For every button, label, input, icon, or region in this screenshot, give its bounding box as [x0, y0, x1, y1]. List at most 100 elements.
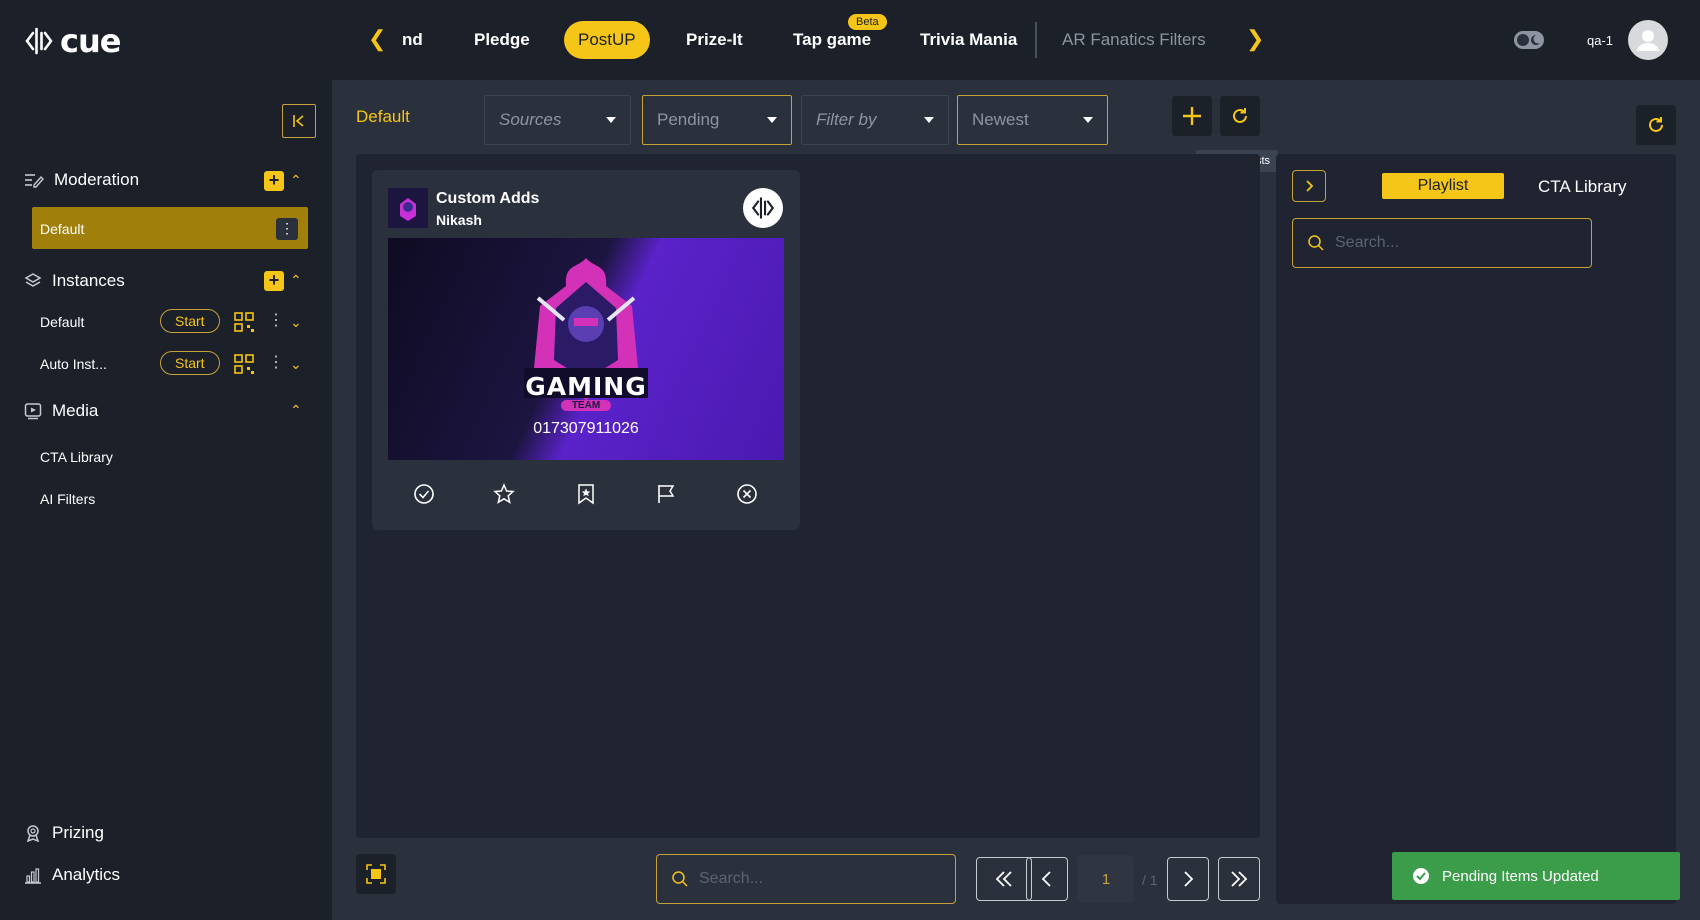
tab-trivia-mania[interactable]: Trivia Mania — [920, 30, 1017, 50]
post-title: Custom Adds — [436, 190, 540, 207]
approve-check-circle-icon — [414, 484, 434, 504]
instances-label: Instances — [52, 271, 125, 290]
sources-select[interactable]: Sources — [484, 95, 631, 145]
page-number-input[interactable]: 1 — [1078, 855, 1134, 903]
bottom-search[interactable]: Search... — [656, 854, 956, 904]
sort-caret-icon — [1083, 117, 1093, 123]
sidebar-item-moderation-default[interactable]: Default ⋮ — [32, 207, 308, 249]
select-all-button[interactable] — [356, 854, 396, 894]
avatar[interactable] — [1628, 20, 1668, 60]
refresh-icon — [1233, 108, 1247, 123]
tab-playlist[interactable]: Playlist — [1382, 173, 1504, 199]
status-select[interactable]: Pending — [642, 95, 792, 145]
filter-by-select-value: Filter by — [816, 110, 877, 129]
sidebar-item-instance-default[interactable]: Default — [40, 314, 84, 330]
beta-badge: Beta — [848, 14, 887, 30]
prev-page-button[interactable] — [1026, 857, 1068, 901]
cue-logo-icon — [751, 197, 775, 219]
double-chevron-left-icon — [995, 871, 1012, 887]
nav-prev-arrow-icon[interactable]: ❮ — [368, 26, 386, 52]
user-name: qa-1 — [1587, 33, 1614, 48]
instance-default-chevron-down-icon[interactable]: ⌄ — [290, 314, 302, 331]
add-post-button[interactable] — [1172, 96, 1212, 136]
start-instance-auto-button[interactable]: Start — [160, 351, 220, 375]
top-bar: cue ❮ nd Pledge PostUP Prize-It Beta Tap… — [0, 0, 1700, 80]
collapse-sidebar-button[interactable] — [282, 104, 316, 138]
search-icon — [1308, 235, 1324, 251]
instance-auto-chevron-down-icon[interactable]: ⌄ — [290, 356, 302, 373]
add-instance-button[interactable]: + — [264, 271, 284, 291]
last-page-button[interactable] — [1218, 857, 1260, 901]
tab-nd[interactable]: nd — [402, 30, 423, 50]
bar-chart-icon — [25, 868, 41, 884]
update-posts-button[interactable] — [1220, 96, 1260, 136]
post-author: Nikash — [436, 212, 482, 228]
sidebar-section-instances[interactable]: Instances — [24, 271, 125, 291]
add-moderation-button[interactable]: + — [264, 171, 284, 191]
next-page-button[interactable] — [1167, 857, 1209, 901]
sidebar-item-cta-library[interactable]: CTA Library — [40, 449, 113, 465]
qr-code-icon[interactable] — [234, 312, 256, 334]
sidebar-item-ai-filters[interactable]: AI Filters — [40, 491, 95, 507]
expand-right-panel-button[interactable] — [1292, 170, 1326, 202]
prizing-label: Prizing — [52, 823, 104, 842]
brand-logo[interactable]: cue — [24, 22, 121, 60]
tab-cta-library[interactable]: CTA Library — [1538, 177, 1627, 197]
sidebar-item-prizing[interactable]: Prizing — [24, 823, 104, 843]
reject-button[interactable] — [736, 483, 758, 505]
logo-subtext: TEAM — [561, 400, 611, 411]
toast-message: Pending Items Updated — [1442, 867, 1599, 885]
right-panel-search[interactable]: Search... — [1292, 218, 1592, 268]
theme-toggle[interactable] — [1514, 31, 1544, 49]
favorite-button[interactable] — [493, 483, 515, 505]
bookmark-button[interactable] — [575, 483, 597, 505]
page-title: Default — [356, 107, 410, 126]
sources-select-value: Sources — [499, 110, 562, 129]
status-select-value: Pending — [657, 110, 720, 129]
sidebar-section-media[interactable]: Media — [24, 401, 98, 421]
tab-postup[interactable]: PostUP — [564, 21, 650, 59]
sidebar-section-moderation[interactable]: Moderation — [24, 170, 139, 190]
refresh-icon — [1649, 117, 1663, 132]
instance-default-more-icon[interactable]: ⋮ — [268, 310, 284, 330]
approve-button[interactable] — [413, 483, 435, 505]
tab-tap-game[interactable]: Tap game — [793, 30, 871, 50]
toast-notification: Pending Items Updated — [1392, 852, 1680, 900]
moderation-chevron-up-icon[interactable]: ⌃ — [290, 172, 302, 189]
sort-select-value: Newest — [972, 110, 1029, 129]
sidebar-item-instance-auto[interactable]: Auto Inst... — [40, 356, 107, 372]
filter-by-select[interactable]: Filter by — [801, 95, 949, 145]
instance-auto-more-icon[interactable]: ⋮ — [268, 352, 284, 372]
chevron-left-icon — [1041, 871, 1051, 887]
moderation-default-more-icon[interactable]: ⋮ — [276, 218, 298, 240]
bottom-search-input[interactable]: Search... — [699, 870, 763, 888]
post-image[interactable]: GAMING TEAM 017307911026 — [388, 238, 784, 460]
tab-pledge[interactable]: Pledge — [474, 30, 530, 50]
sort-select[interactable]: Newest — [957, 95, 1108, 145]
analytics-label: Analytics — [52, 865, 121, 884]
reject-x-circle-icon — [737, 484, 757, 504]
cue-logo-icon — [25, 27, 53, 55]
instances-chevron-up-icon[interactable]: ⌃ — [290, 272, 302, 289]
sidebar-item-analytics[interactable]: Analytics — [24, 865, 120, 885]
tab-ar-fanatics-filters[interactable]: AR Fanatics Filters — [1062, 30, 1206, 50]
sidebar-item-label: Default — [40, 221, 85, 237]
image-caption: 017307911026 — [533, 420, 639, 437]
nav-next-arrow-icon[interactable]: ❯ — [1246, 26, 1264, 52]
first-page-button[interactable] — [976, 857, 1032, 901]
brand-name: cue — [60, 22, 121, 60]
refresh-right-panel-button[interactable] — [1636, 105, 1676, 145]
media-icon — [24, 403, 42, 420]
flag-button[interactable] — [655, 483, 677, 505]
media-chevron-up-icon[interactable]: ⌃ — [290, 402, 302, 419]
post-source-badge[interactable] — [743, 188, 783, 228]
right-panel-search-input[interactable]: Search... — [1335, 234, 1399, 252]
start-instance-default-button[interactable]: Start — [160, 309, 220, 333]
sources-caret-icon — [606, 117, 616, 123]
qr-code-icon[interactable] — [234, 354, 256, 376]
theme-toggle-icon — [1514, 31, 1544, 49]
select-frame-icon — [366, 864, 386, 884]
flag-icon — [658, 485, 675, 503]
tab-prize-it[interactable]: Prize-It — [686, 30, 743, 50]
total-pages: / 1 — [1142, 872, 1158, 888]
